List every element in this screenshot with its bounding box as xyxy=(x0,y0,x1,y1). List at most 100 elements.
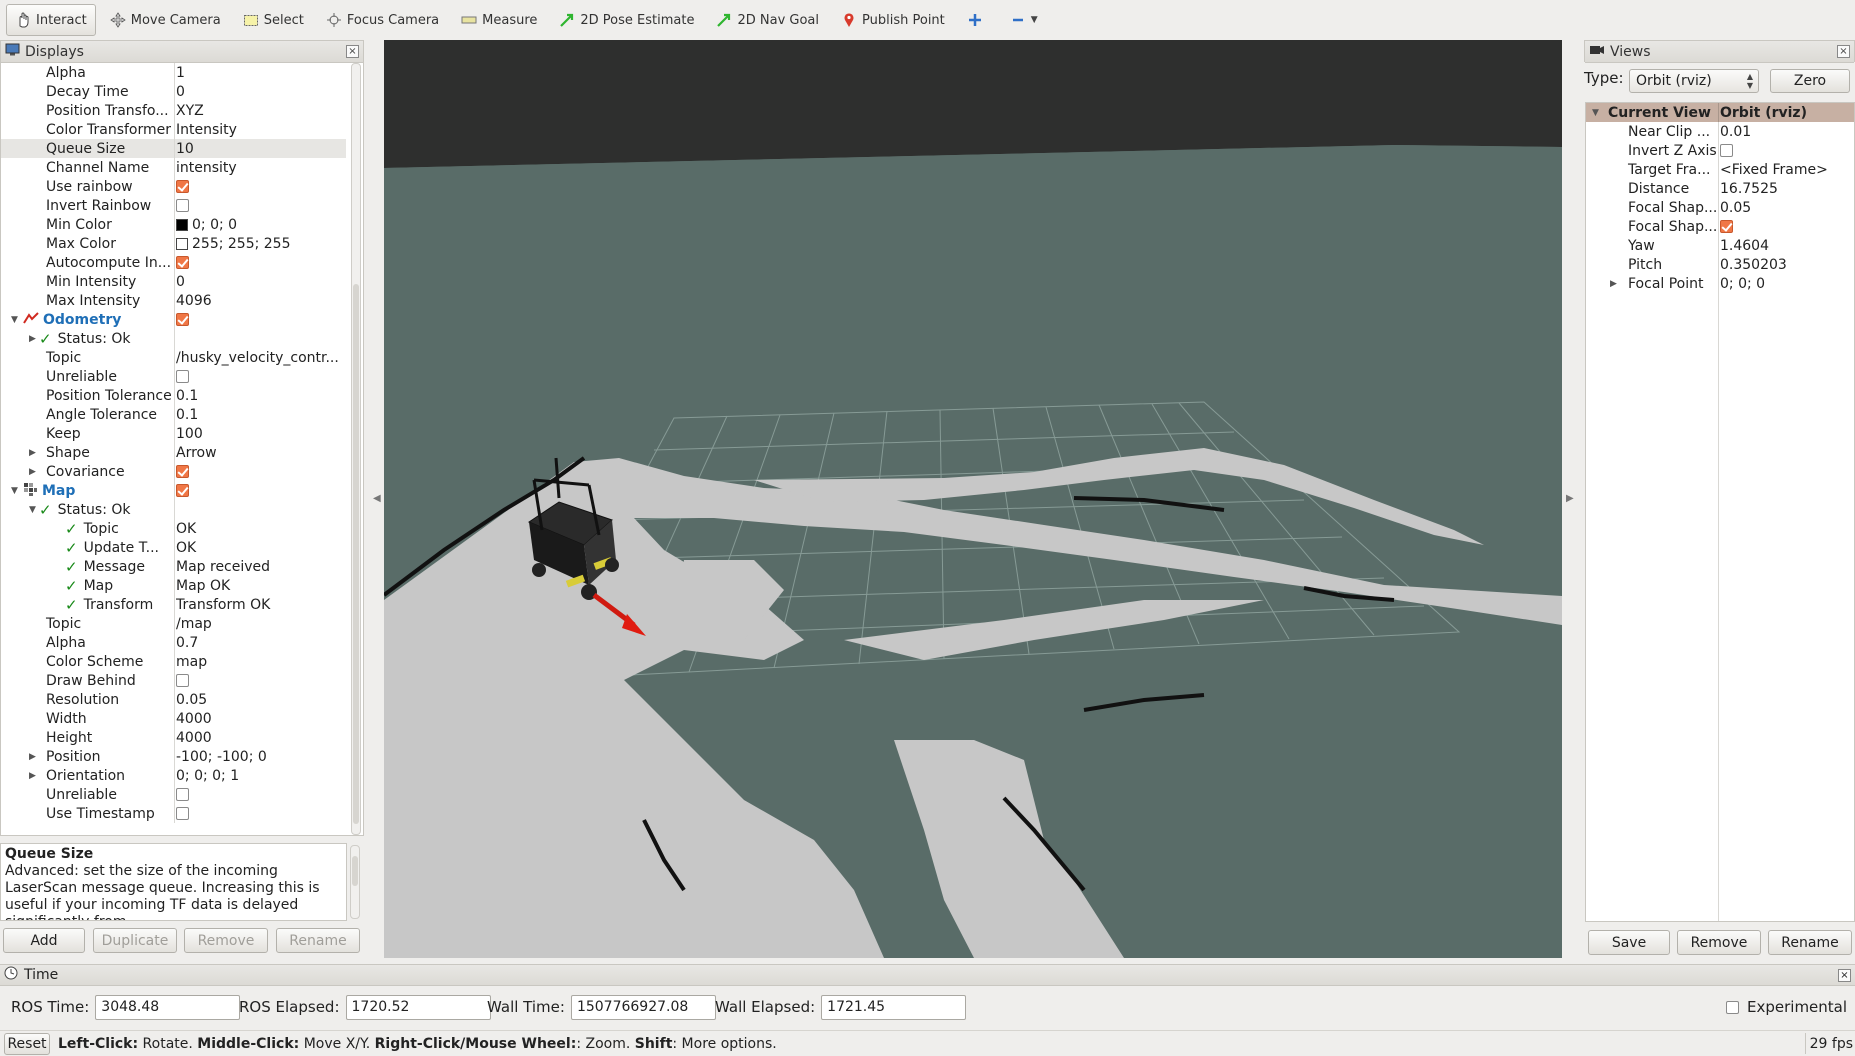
tree-row[interactable]: Alpha 1 xyxy=(1,63,346,82)
tree-row[interactable]: Target Fra... <Fixed Frame> xyxy=(1586,160,1854,179)
map-enabled-checkbox[interactable] xyxy=(176,484,189,497)
close-icon[interactable]: × xyxy=(1837,45,1850,58)
measure-tool-button[interactable]: Measure xyxy=(453,4,545,36)
scrollbar-thumb[interactable] xyxy=(352,856,358,886)
tree-row[interactable]: Use rainbow xyxy=(1,177,346,196)
row-value[interactable]: map xyxy=(176,652,346,671)
tree-row[interactable]: Min Intensity 0 xyxy=(1,272,346,291)
reset-button[interactable]: Reset xyxy=(4,1032,50,1055)
render-viewport[interactable] xyxy=(384,40,1562,958)
remove-display-button[interactable]: Remove xyxy=(184,928,268,953)
tree-row[interactable]: Topic/husky_velocity_contr... xyxy=(1,348,346,367)
scrollbar-thumb[interactable] xyxy=(353,284,359,824)
splitter-left-arrow-icon[interactable]: ◀ xyxy=(373,493,381,504)
tree-row[interactable]: Color Transformer Intensity xyxy=(1,120,346,139)
invert-rainbow-checkbox[interactable] xyxy=(176,199,189,212)
row-value[interactable]: 0.01 xyxy=(1720,122,1854,141)
tree-row[interactable]: ✓ Map Map OK xyxy=(1,576,346,595)
expand-right-icon[interactable]: ▶ xyxy=(29,467,39,477)
tree-row[interactable]: Focal Shap... xyxy=(1586,217,1854,236)
row-value[interactable]: /husky_velocity_contr... xyxy=(176,348,346,367)
tree-row[interactable]: Distance 16.7525 xyxy=(1586,179,1854,198)
use-rainbow-checkbox[interactable] xyxy=(176,180,189,193)
row-value[interactable]: 0.1 xyxy=(176,386,346,405)
row-value[interactable]: 0.05 xyxy=(1720,198,1854,217)
tree-row[interactable]: Max Color 255; 255; 255 xyxy=(1,234,346,253)
tree-row[interactable]: Min Color 0; 0; 0 xyxy=(1,215,346,234)
expand-right-icon[interactable]: ▶ xyxy=(1610,279,1620,289)
wall-time-input[interactable]: 1507766927.08 xyxy=(570,994,716,1020)
tree-row[interactable]: Decay Time 0 xyxy=(1,82,346,101)
tree-row[interactable]: ▼ ✓ Status: Ok xyxy=(1,500,346,519)
rename-view-button[interactable]: Rename xyxy=(1768,930,1852,955)
expand-right-icon[interactable]: ▶ xyxy=(29,334,39,344)
tree-row[interactable]: Width 4000 xyxy=(1,709,346,728)
ros-time-input[interactable]: 3048.48 xyxy=(95,994,241,1020)
odometry-enabled-checkbox[interactable] xyxy=(176,313,189,326)
row-value[interactable]: 0.1 xyxy=(176,405,346,424)
close-icon[interactable]: × xyxy=(346,45,359,58)
row-value[interactable]: <Fixed Frame> xyxy=(1720,160,1854,179)
expand-down-icon[interactable]: ▼ xyxy=(1592,108,1602,118)
close-icon[interactable]: × xyxy=(1838,969,1851,982)
wall-elapsed-input[interactable]: 1721.45 xyxy=(821,994,967,1020)
tree-row[interactable]: Unreliable xyxy=(1,785,346,804)
expand-down-icon[interactable]: ▼ xyxy=(11,315,21,325)
current-view-row[interactable]: ▼ Current View Orbit (rviz) xyxy=(1586,103,1854,122)
tree-row[interactable]: ✓ Message Map received xyxy=(1,557,346,576)
tree-row[interactable]: Autocompute In... xyxy=(1,253,346,272)
invert-z-checkbox[interactable] xyxy=(1720,144,1733,157)
tree-row[interactable]: Yaw 1.4604 xyxy=(1586,236,1854,255)
row-value[interactable]: 1.4604 xyxy=(1720,236,1854,255)
tree-row[interactable]: ✓ Update T... OK xyxy=(1,538,346,557)
description-scrollbar[interactable] xyxy=(350,845,360,919)
tree-row[interactable]: ▶ Shape Arrow xyxy=(1,443,346,462)
interact-tool-button[interactable]: Interact xyxy=(6,4,96,36)
tree-row-selected[interactable]: Queue Size 10 xyxy=(1,139,346,158)
add-tool-button[interactable] xyxy=(959,4,996,36)
tree-row[interactable]: ▶ Covariance xyxy=(1,462,346,481)
row-value[interactable]: 0; 0; 0 xyxy=(176,215,346,234)
zero-button[interactable]: Zero xyxy=(1770,69,1850,93)
row-value[interactable]: 0.7 xyxy=(176,633,346,652)
tree-row[interactable]: Unreliable xyxy=(1,367,346,386)
tree-row[interactable]: Focal Shap... 0.05 xyxy=(1586,198,1854,217)
duplicate-display-button[interactable]: Duplicate xyxy=(93,928,177,953)
nav-goal-tool-button[interactable]: 2D Nav Goal xyxy=(708,4,827,36)
tree-row[interactable]: Angle Tolerance 0.1 xyxy=(1,405,346,424)
tree-row[interactable]: Draw Behind xyxy=(1,671,346,690)
tree-row[interactable]: Topic/map xyxy=(1,614,346,633)
tree-row-odometry[interactable]: ▼ Odometry xyxy=(1,310,346,329)
tree-row[interactable]: Resolution 0.05 xyxy=(1,690,346,709)
focus-camera-tool-button[interactable]: Focus Camera xyxy=(318,4,447,36)
expand-right-icon[interactable]: ▶ xyxy=(29,448,39,458)
row-value[interactable]: 0.350203 xyxy=(1720,255,1854,274)
tree-row[interactable]: Invert Rainbow xyxy=(1,196,346,215)
remove-view-button[interactable]: Remove xyxy=(1677,930,1761,955)
covariance-checkbox[interactable] xyxy=(176,465,189,478)
experimental-checkbox[interactable] xyxy=(1726,1000,1739,1014)
expand-right-icon[interactable]: ▶ xyxy=(29,752,39,762)
row-value[interactable]: 1 xyxy=(176,63,346,82)
expand-down-icon[interactable]: ▼ xyxy=(29,505,39,515)
tree-row[interactable]: Keep 100 xyxy=(1,424,346,443)
move-camera-tool-button[interactable]: Move Camera xyxy=(102,4,229,36)
draw-behind-checkbox[interactable] xyxy=(176,674,189,687)
row-value[interactable]: 100 xyxy=(176,424,346,443)
row-value[interactable]: Intensity xyxy=(176,120,346,139)
row-value[interactable]: 10 xyxy=(176,139,346,158)
tree-row[interactable]: Invert Z Axis xyxy=(1586,141,1854,160)
focal-shape-checkbox[interactable] xyxy=(1720,220,1733,233)
tree-row[interactable]: Position Transfo... XYZ xyxy=(1,101,346,120)
expand-right-icon[interactable]: ▶ xyxy=(29,771,39,781)
unreliable-checkbox[interactable] xyxy=(176,370,189,383)
tree-row[interactable]: Pitch 0.350203 xyxy=(1586,255,1854,274)
row-value[interactable]: 0 xyxy=(176,272,346,291)
tree-row[interactable]: Position Tolerance 0.1 xyxy=(1,386,346,405)
row-value[interactable]: intensity xyxy=(176,158,346,177)
unreliable-checkbox[interactable] xyxy=(176,788,189,801)
save-view-button[interactable]: Save xyxy=(1588,930,1670,955)
tree-row[interactable]: Near Clip ... 0.01 xyxy=(1586,122,1854,141)
expand-down-icon[interactable]: ▼ xyxy=(11,486,21,496)
tree-row[interactable]: ▶ Orientation 0; 0; 0; 1 xyxy=(1,766,346,785)
